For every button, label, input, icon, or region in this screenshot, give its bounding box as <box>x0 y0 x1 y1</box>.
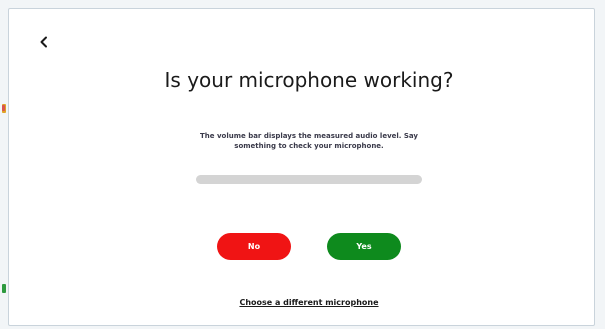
dialog-title: Is your microphone working? <box>164 68 454 92</box>
volume-level-bar <box>196 175 422 184</box>
dialog-description: The volume bar displays the measured aud… <box>200 132 418 150</box>
no-button[interactable]: No <box>217 233 291 260</box>
chevron-left-icon <box>39 36 49 48</box>
edge-status-marker-bottom <box>2 284 6 293</box>
microphone-check-dialog: Is your microphone working? The volume b… <box>8 8 595 326</box>
edge-status-marker-top-inner <box>2 105 5 111</box>
back-button[interactable] <box>35 33 53 51</box>
app-stage: Is your microphone working? The volume b… <box>0 0 605 329</box>
choose-different-microphone-link[interactable]: Choose a different microphone <box>159 298 459 307</box>
yes-button[interactable]: Yes <box>327 233 401 260</box>
